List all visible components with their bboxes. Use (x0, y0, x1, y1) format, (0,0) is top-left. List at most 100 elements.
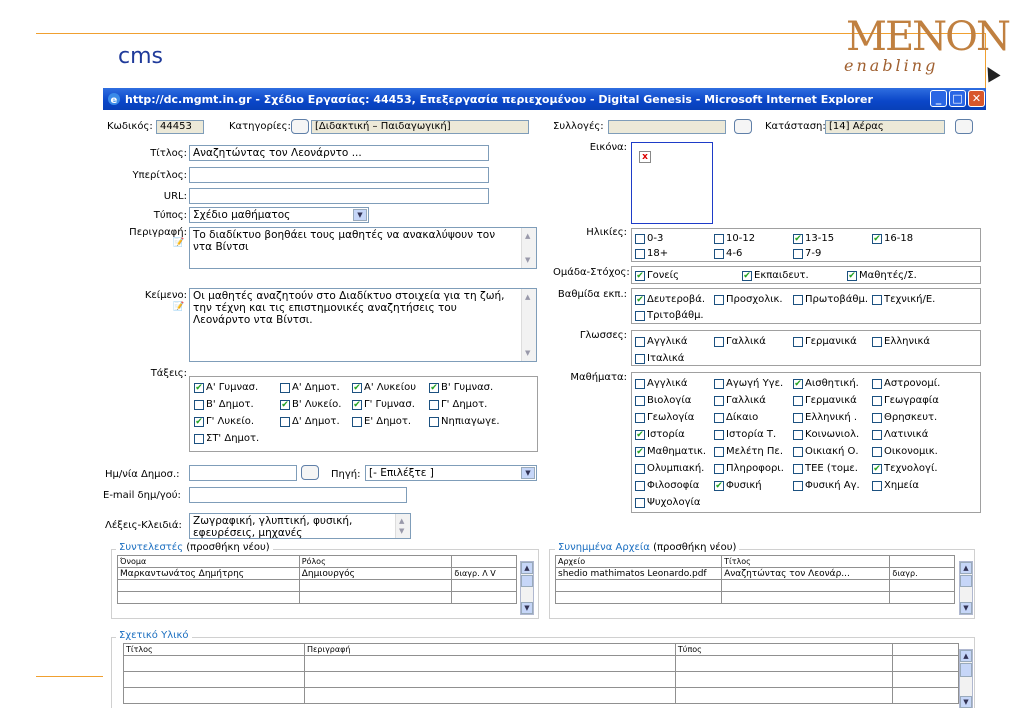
subject-checkbox[interactable]: Κοινωνιολ. (793, 429, 859, 440)
table-row[interactable]: Μαρκαντωνάτος Δημήτρης Δημιουργός διαγρ.… (117, 567, 517, 580)
language-checkbox[interactable]: Αγγλικά (635, 336, 687, 347)
related-scrollbar[interactable]: ▲ ▼ (959, 649, 973, 708)
language-checkbox[interactable]: Γαλλικά (714, 336, 766, 347)
age-checkbox[interactable]: 0-3 (635, 233, 663, 244)
subtitle-input[interactable] (189, 167, 489, 183)
subject-checkbox[interactable]: ✔ Τεχνολογί. (872, 463, 938, 474)
subject-checkbox[interactable]: ✔ Αισθητική. (793, 378, 859, 389)
level-checkbox[interactable]: Πρωτοβάθμ. (793, 294, 868, 305)
collections-picker-button[interactable] (734, 119, 752, 134)
notepad-icon[interactable]: 📝 (173, 238, 184, 250)
window-titlebar[interactable]: e http://dc.mgmt.in.gr - Σχέδιο Εργασίας… (103, 88, 986, 110)
class-checkbox[interactable]: Νηπιαγωγε. (429, 416, 500, 427)
subject-checkbox[interactable]: Ολυμπιακή. (635, 463, 704, 474)
scroll-up-icon[interactable]: ▲ (960, 562, 972, 574)
table-row[interactable]: shedio mathimatos Leonardo.pdf Αναζητώντ… (554, 567, 955, 580)
subject-checkbox[interactable]: Ψυχολογία (635, 497, 700, 508)
attachment-delete[interactable]: διαγρ. (889, 567, 955, 580)
keywords-scrollbar[interactable]: ▲ ▼ (395, 514, 410, 538)
minimize-button[interactable]: _ (930, 90, 947, 107)
subject-checkbox[interactable]: Ελληνική . (793, 412, 857, 423)
url-input[interactable] (189, 188, 489, 204)
target-checkbox[interactable]: ✔ Εκπαιδευτ. (742, 270, 809, 281)
level-checkbox[interactable]: Τεχνική/Ε. (872, 294, 935, 305)
subject-checkbox[interactable]: Θρησκευτ. (872, 412, 937, 423)
class-checkbox[interactable]: ✔ Γ' Γυμνασ. (352, 399, 415, 410)
description-textarea[interactable]: Το διαδίκτυο βοηθάει τους μαθητές να ανα… (189, 227, 537, 269)
subject-checkbox[interactable]: Μελέτη Πε. (714, 446, 783, 457)
class-checkbox[interactable]: ✔ Β' Γυμνασ. (429, 382, 493, 393)
subject-checkbox[interactable]: Γεωλογία (635, 412, 694, 423)
contributors-link[interactable]: Συντελεστές (119, 542, 183, 553)
subject-checkbox[interactable]: Γεωγραφία (872, 395, 939, 406)
email-input[interactable] (189, 487, 407, 503)
subject-checkbox[interactable]: Αγγλικά (635, 378, 687, 389)
subject-checkbox[interactable]: Χημεία (872, 480, 919, 491)
description-scrollbar[interactable]: ▲ ▼ (521, 228, 536, 268)
subject-checkbox[interactable]: Οικιακή Ο. (793, 446, 859, 457)
contributors-scrollbar[interactable]: ▲ ▼ (520, 561, 534, 615)
level-checkbox[interactable]: ✔ Δευτεροβά. (635, 294, 705, 305)
subject-checkbox[interactable]: ✔ Ιστορία (635, 429, 685, 440)
subject-checkbox[interactable]: Βιολογία (635, 395, 691, 406)
age-checkbox[interactable]: 7-9 (793, 248, 821, 259)
class-checkbox[interactable]: ✔ Γ' Λυκείο. (194, 416, 254, 427)
image-preview[interactable]: x (631, 142, 713, 224)
attachments-scrollbar[interactable]: ▲ ▼ (959, 561, 973, 615)
class-checkbox[interactable]: ✔ Α' Λυκείου (352, 382, 416, 393)
scroll-up-icon[interactable]: ▲ (521, 562, 533, 574)
contributor-actions[interactable]: διαγρ. Λ V (451, 567, 517, 580)
subject-checkbox[interactable]: ΤΕΕ (τομε. (793, 463, 858, 474)
maximize-button[interactable]: □ (949, 90, 966, 107)
subject-checkbox[interactable]: Αγωγή Υγε. (714, 378, 783, 389)
target-checkbox[interactable]: ✔ Μαθητές/Σ. (847, 270, 917, 281)
subject-checkbox[interactable]: Αστρονομί. (872, 378, 940, 389)
subject-checkbox[interactable]: ✔ Μαθηματικ. (635, 446, 706, 457)
subject-checkbox[interactable]: Δίκαιο (714, 412, 758, 423)
language-checkbox[interactable]: Γερμανικά (793, 336, 857, 347)
pubdate-input[interactable] (189, 465, 297, 481)
scroll-thumb[interactable] (960, 663, 972, 677)
date-picker-button[interactable] (301, 465, 319, 480)
source-select[interactable]: [- Επιλέξτε ] ▼ (365, 465, 537, 481)
subject-checkbox[interactable]: Φυσική Αγ. (793, 480, 860, 491)
subject-checkbox[interactable]: ✔ Φυσική (714, 480, 762, 491)
keywords-textarea[interactable]: Ζωγραφική, γλυπτική, φυσική, εφευρέσεις,… (189, 513, 411, 539)
language-checkbox[interactable]: Ιταλικά (635, 353, 684, 364)
title-input[interactable]: Αναζητώντας τον Λεονάρντο ... (189, 145, 489, 161)
scroll-down-icon[interactable]: ▼ (521, 602, 533, 614)
attachment-file[interactable]: shedio mathimatos Leonardo.pdf (554, 567, 723, 580)
class-checkbox[interactable]: ✔ Β' Λυκείο. (280, 399, 341, 410)
status-picker-button[interactable] (955, 119, 973, 134)
age-checkbox[interactable]: 10-12 (714, 233, 755, 244)
subject-checkbox[interactable]: Οικονομικ. (872, 446, 938, 457)
attachments-link[interactable]: Συνημμένα Αρχεία (558, 542, 650, 553)
notepad-icon[interactable]: 📝 (173, 302, 184, 314)
scroll-down-icon[interactable]: ▼ (960, 696, 972, 708)
body-textarea[interactable]: Οι μαθητές αναζητούν στο Διαδίκτυο στοιχ… (189, 288, 537, 362)
scroll-down-icon[interactable]: ▼ (960, 602, 972, 614)
subject-checkbox[interactable]: Λατινικά (872, 429, 928, 440)
age-checkbox[interactable]: ✔ 13-15 (793, 233, 834, 244)
scroll-up-icon[interactable]: ▲ (960, 650, 972, 662)
scroll-thumb[interactable] (521, 575, 533, 587)
age-checkbox[interactable]: 18+ (635, 248, 668, 259)
subject-checkbox[interactable]: Γαλλικά (714, 395, 766, 406)
class-checkbox[interactable]: Δ' Δημοτ. (280, 416, 340, 427)
class-checkbox[interactable]: Β' Δημοτ. (194, 399, 254, 410)
related-link[interactable]: Σχετικό Υλικό (119, 630, 189, 641)
class-checkbox[interactable]: Ε' Δημοτ. (352, 416, 411, 427)
categories-picker-button[interactable] (291, 119, 309, 134)
subject-checkbox[interactable]: Ιστορία Τ. (714, 429, 776, 440)
level-checkbox[interactable]: Προσχολικ. (714, 294, 783, 305)
scroll-thumb[interactable] (960, 575, 972, 587)
type-select[interactable]: Σχέδιο μαθήματος ▼ (189, 207, 369, 223)
subject-checkbox[interactable]: Φιλοσοφία (635, 480, 699, 491)
body-scrollbar[interactable]: ▲ ▼ (521, 289, 536, 361)
class-checkbox[interactable]: ✔ Α' Γυμνασ. (194, 382, 258, 393)
subject-checkbox[interactable]: Πληροφορι. (714, 463, 784, 474)
close-button[interactable]: ✕ (968, 90, 985, 107)
class-checkbox[interactable]: ΣΤ' Δημοτ. (194, 433, 259, 444)
language-checkbox[interactable]: Ελληνικά (872, 336, 930, 347)
age-checkbox[interactable]: ✔ 16-18 (872, 233, 913, 244)
